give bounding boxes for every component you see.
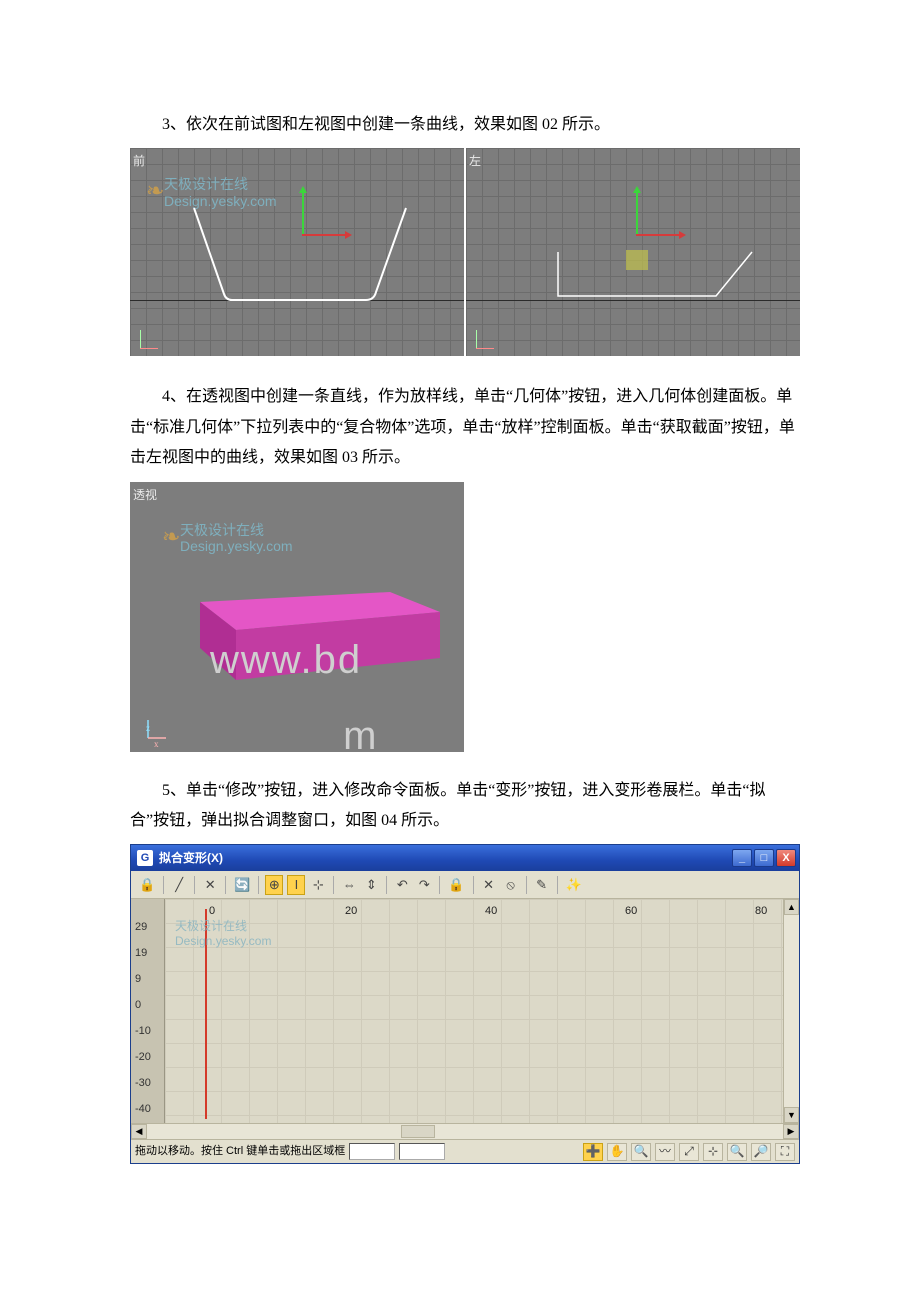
refresh-icon[interactable]: 🔄 [232, 875, 252, 895]
close-button[interactable]: X [776, 849, 796, 867]
wm-line2: Design.yesky.com [175, 934, 271, 948]
wm-big-right: m [343, 714, 378, 758]
separator [225, 876, 226, 894]
scroll-down-icon[interactable]: ▼ [784, 1107, 799, 1123]
spline-front [130, 148, 465, 356]
watermark: 天极设计在线 Design.yesky.com [175, 919, 271, 948]
delete-icon[interactable]: ✕ [201, 875, 219, 895]
sparkle-icon[interactable]: ✨ [564, 875, 584, 895]
spline-left [466, 148, 801, 356]
separator [258, 876, 259, 894]
viewport-left: 左 [466, 148, 800, 356]
app-icon: G [137, 850, 153, 866]
edit-icon[interactable]: ✎ [533, 875, 551, 895]
mirror-v-icon[interactable]: ⇕ [362, 875, 380, 895]
toolbar: 🔒 ╱ ✕ 🔄 ⊕ I ⊹ ⇔ ⇕ ↶ ↷ 🔒 ✕ ⦸ ✎ ✨ [131, 871, 799, 899]
separator [473, 876, 474, 894]
y-tick: -20 [135, 1047, 151, 1068]
y-tick: 9 [135, 969, 141, 990]
big-watermark: www.bd m [210, 622, 464, 774]
scroll-thumb[interactable] [401, 1125, 435, 1138]
separator [194, 876, 195, 894]
separator [557, 876, 558, 894]
statusbar: 拖动以移动。按住 Ctrl 键单击或拖出区域框 ➕ ✋ 🔍 〰 ⤢ ⊹ 🔍 🔎 … [131, 1139, 799, 1163]
separator [163, 876, 164, 894]
separator [439, 876, 440, 894]
x-tick: 40 [485, 901, 497, 922]
wm-line1: 天极设计在线 [175, 919, 247, 933]
x-tick: 60 [625, 901, 637, 922]
mirror-h-icon[interactable]: ⇔ [340, 875, 358, 895]
curve-icon[interactable]: ╱ [170, 875, 188, 895]
y-tick: -40 [135, 1099, 151, 1120]
x-tick: 80 [755, 901, 767, 922]
scale-icon[interactable]: ⊹ [309, 875, 327, 895]
zoom-fit-icon[interactable]: ⛶ [775, 1143, 795, 1161]
paragraph-3: 3、依次在前试图和左视图中创建一条曲线，效果如图 02 所示。 [130, 110, 800, 140]
plot-canvas[interactable]: 0 20 40 60 80 天极设计在线 Design.yesky.com [165, 899, 783, 1123]
dialog-title: 拟合变形(X) [159, 847, 223, 870]
zoom-vert-icon[interactable]: ⤢ [679, 1143, 699, 1161]
zoom-in-icon[interactable]: 🔍 [727, 1143, 747, 1161]
graph-area: 29 19 9 0 -10 -20 -30 -40 0 20 40 60 80 … [131, 899, 799, 1123]
y-tick: -30 [135, 1073, 151, 1094]
wm-big-left: www.bd [210, 638, 362, 682]
scroll-right-icon[interactable]: ▶ [783, 1124, 799, 1139]
status-message: 拖动以移动。按住 Ctrl 键单击或拖出区域框 [135, 1141, 345, 1162]
viewport-front: 前 ❧ 天极设计在线 Design.yesky.com [130, 148, 464, 356]
paragraph-4: 4、在透视图中创建一条直线，作为放样线，单击“几何体”按钮，进入几何体创建面板。… [130, 382, 800, 473]
lock2-icon[interactable]: 🔒 [446, 875, 466, 895]
vertical-scrollbar[interactable]: ▲ ▼ [783, 899, 799, 1123]
y-tick: -10 [135, 1021, 151, 1042]
status-field-1[interactable] [349, 1143, 395, 1160]
figure-02: 前 ❧ 天极设计在线 Design.yesky.com 左 [130, 148, 800, 356]
lock-icon[interactable]: 🔒 [137, 875, 157, 895]
insert-icon[interactable]: I [287, 875, 305, 895]
paragraph-5: 5、单击“修改”按钮，进入修改命令面板。单击“变形”按钮，进入变形卷展栏。单击“… [130, 776, 800, 837]
y-tick: 29 [135, 917, 147, 938]
zoom-extents-icon[interactable]: 🔍 [631, 1143, 651, 1161]
scroll-track[interactable] [147, 1124, 783, 1139]
y-tick: 19 [135, 943, 147, 964]
figure-04-dialog: G 拟合变形(X) _ □ X 🔒 ╱ ✕ 🔄 ⊕ I ⊹ ⇔ ⇕ ↶ ↷ 🔒 … [130, 844, 800, 1164]
minimize-button[interactable]: _ [732, 849, 752, 867]
maximize-button[interactable]: □ [754, 849, 774, 867]
scroll-up-icon[interactable]: ▲ [784, 899, 799, 915]
snap-icon[interactable]: ➕ [583, 1143, 603, 1161]
separator [526, 876, 527, 894]
redo-icon[interactable]: ↷ [415, 875, 433, 895]
separator [333, 876, 334, 894]
zoom-horiz-icon[interactable]: 〰 [655, 1143, 675, 1161]
scroll-track[interactable] [784, 915, 799, 1107]
x-tick: 20 [345, 901, 357, 922]
zoom-out-icon[interactable]: 🔎 [751, 1143, 771, 1161]
pan-icon[interactable]: ✋ [607, 1143, 627, 1161]
move-icon[interactable]: ⊕ [265, 875, 283, 895]
undo-icon[interactable]: ↶ [393, 875, 411, 895]
status-field-2[interactable] [399, 1143, 445, 1160]
horizontal-scrollbar[interactable]: ◀ ▶ [131, 1123, 799, 1139]
y-axis-labels: 29 19 9 0 -10 -20 -30 -40 [131, 899, 165, 1123]
clear-icon[interactable]: ✕ [480, 875, 498, 895]
figure-03: 透视 ❧ 天极设计在线 Design.yesky.com www.bd m z … [130, 482, 464, 752]
reset-icon[interactable]: ⦸ [502, 875, 520, 895]
separator [386, 876, 387, 894]
scroll-left-icon[interactable]: ◀ [131, 1124, 147, 1139]
zoom-region-icon[interactable]: ⊹ [703, 1143, 723, 1161]
titlebar[interactable]: G 拟合变形(X) _ □ X [131, 845, 799, 871]
y-tick: 0 [135, 995, 141, 1016]
